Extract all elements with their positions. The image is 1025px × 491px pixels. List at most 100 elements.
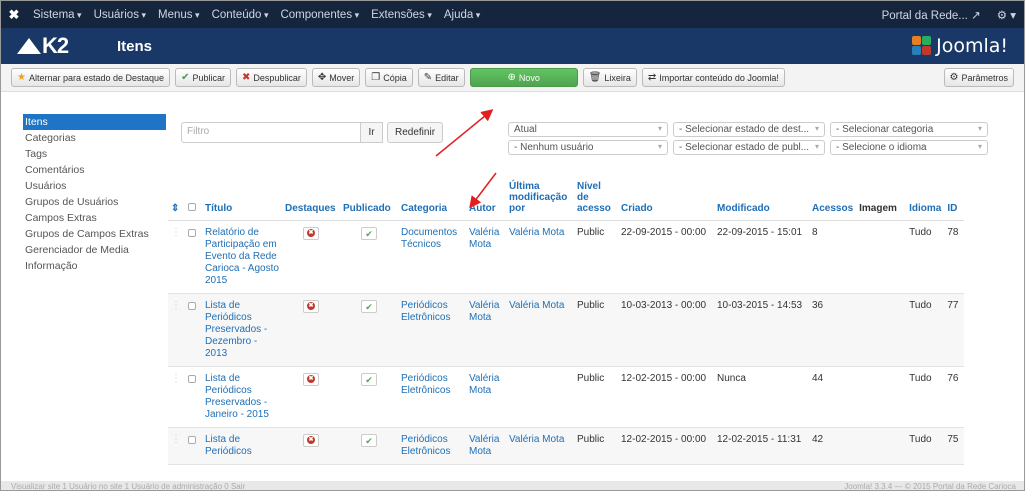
published-toggle[interactable]: ✔ xyxy=(340,220,398,294)
drag-handle-icon[interactable]: ⋮ xyxy=(168,220,185,294)
page-title: Itens xyxy=(117,37,153,55)
featured-toggle[interactable]: ✖ xyxy=(282,220,340,294)
row-checkbox[interactable] xyxy=(185,293,202,367)
filter-bar: Filtro Ir Redefinir xyxy=(181,122,444,143)
language-select[interactable]: - Selecione o idioma xyxy=(830,140,988,155)
sidebar-item-usuarios[interactable]: Usuários xyxy=(23,178,166,194)
menu-extensoes[interactable]: Extensões xyxy=(365,9,438,21)
sidebar-item-comentarios[interactable]: Comentários xyxy=(23,162,166,178)
edit-icon: ✎ xyxy=(423,72,433,83)
user-select[interactable]: - Nenhum usuário xyxy=(508,140,668,155)
not-featured-icon: ✖ xyxy=(303,434,319,447)
site-link[interactable]: Portal da Rede... ↗ xyxy=(874,8,989,22)
published-toggle[interactable]: ✔ xyxy=(340,366,398,428)
published-toggle[interactable]: ✔ xyxy=(340,293,398,367)
featured-toggle[interactable]: ✖ xyxy=(282,293,340,367)
row-checkbox[interactable] xyxy=(185,366,202,428)
item-author-link[interactable]: Valéria Mota xyxy=(466,427,506,465)
published-toggle[interactable]: ✔ xyxy=(340,427,398,465)
trash-button[interactable]: 🗑 Lixeira xyxy=(582,68,637,87)
import-button[interactable]: ⇄ Importar conteúdo do Joomla! xyxy=(641,68,785,87)
column-access[interactable]: Nível de acesso xyxy=(574,179,618,221)
sidebar-item-grupos-campos-extras[interactable]: Grupos de Campos Extras xyxy=(23,226,166,242)
menu-menus[interactable]: Menus xyxy=(152,9,206,21)
sort-icon[interactable]: ⇕ xyxy=(168,179,185,221)
item-author-link[interactable]: Valéria Mota xyxy=(466,220,506,294)
filter-reset-button[interactable]: Redefinir xyxy=(387,122,444,143)
filter-input[interactable]: Filtro xyxy=(181,122,361,143)
star-icon: ★ xyxy=(17,72,26,83)
move-button[interactable]: ✥ Mover xyxy=(311,68,361,87)
not-featured-icon: ✖ xyxy=(303,227,319,240)
column-modified[interactable]: Modificado xyxy=(714,179,809,221)
column-author[interactable]: Autor xyxy=(466,179,506,221)
new-button[interactable]: ⊕ Novo xyxy=(469,68,578,87)
item-category-link[interactable]: Periódicos Eletrônicos xyxy=(398,427,466,465)
item-author-link[interactable]: Valéria Mota xyxy=(466,293,506,367)
sidebar-item-campos-extras[interactable]: Campos Extras xyxy=(23,210,166,226)
item-category-link[interactable]: Documentos Técnicos xyxy=(398,220,466,294)
column-published[interactable]: Publicado xyxy=(340,179,398,221)
sidebar-item-gerenciador-media[interactable]: Gerenciador de Media xyxy=(23,242,166,258)
drag-handle-icon[interactable]: ⋮ xyxy=(168,366,185,428)
column-created[interactable]: Criado xyxy=(618,179,714,221)
publish-state-select[interactable]: - Selecionar estado de publ... xyxy=(673,140,825,155)
row-checkbox[interactable] xyxy=(185,427,202,465)
item-category-link[interactable]: Periódicos Eletrônicos xyxy=(398,293,466,367)
sidebar-item-informacao[interactable]: Informação xyxy=(23,258,166,274)
column-modified-by[interactable]: Última modificação por xyxy=(506,179,574,221)
menu-sistema[interactable]: Sistema xyxy=(27,9,88,21)
column-title[interactable]: Título xyxy=(202,179,282,221)
item-language: Tudo xyxy=(906,366,945,428)
category-select[interactable]: - Selecionar categoria xyxy=(830,122,988,137)
gear-icon[interactable]: ⚙ ▾ xyxy=(989,8,1024,22)
featured-toggle[interactable]: ✖ xyxy=(282,366,340,428)
joomla-logo: Joomla! xyxy=(912,35,1008,57)
column-category[interactable]: Categoria xyxy=(398,179,466,221)
menu-conteudo[interactable]: Conteúdo xyxy=(206,9,275,21)
item-id: 75 xyxy=(944,427,965,465)
sidebar-item-grupos-usuarios[interactable]: Grupos de Usuários xyxy=(23,194,166,210)
menu-usuarios[interactable]: Usuários xyxy=(88,9,152,21)
item-title-link[interactable]: Relatório de Participação em Evento da R… xyxy=(202,220,282,294)
item-title-link[interactable]: Lista de Periódicos Preservados - Janeir… xyxy=(202,366,282,428)
publish-label: Publicar xyxy=(192,72,225,83)
featured-toggle[interactable]: ✖ xyxy=(282,427,340,465)
trash-label: Lixeira xyxy=(604,72,631,83)
column-featured[interactable]: Destaques xyxy=(282,179,340,221)
joomla-menu-icon[interactable]: ✖ xyxy=(1,7,27,23)
item-author-link[interactable]: Valéria Mota xyxy=(466,366,506,428)
unpublish-button[interactable]: ✖ Despublicar xyxy=(235,68,307,87)
parameters-label: Parâmetros xyxy=(961,72,1008,83)
item-modified-by-link[interactable]: Valéria Mota xyxy=(506,293,574,367)
item-id: 78 xyxy=(944,220,965,294)
featured-toggle-button[interactable]: ★ Alternar para estado de Destaque xyxy=(11,68,171,87)
copy-button[interactable]: ❐ Cópia xyxy=(365,68,413,87)
row-checkbox[interactable] xyxy=(185,220,202,294)
drag-handle-icon[interactable]: ⋮ xyxy=(168,293,185,367)
publish-button[interactable]: ✔ Publicar xyxy=(175,68,231,87)
drag-handle-icon[interactable]: ⋮ xyxy=(168,427,185,465)
filter-go-button[interactable]: Ir xyxy=(361,122,383,143)
item-category-link[interactable]: Periódicos Eletrônicos xyxy=(398,366,466,428)
sidebar-item-tags[interactable]: Tags xyxy=(23,146,166,162)
parameters-button[interactable]: ⚙ Parâmetros xyxy=(943,68,1014,87)
column-language[interactable]: Idioma xyxy=(906,179,945,221)
menu-ajuda[interactable]: Ajuda xyxy=(438,9,486,21)
sidebar-item-itens[interactable]: Itens xyxy=(23,114,166,130)
column-hits[interactable]: Acessos xyxy=(809,179,857,221)
select-all-checkbox[interactable] xyxy=(185,179,202,221)
item-language: Tudo xyxy=(906,220,945,294)
item-modified-by-link[interactable] xyxy=(506,366,574,428)
item-title-link[interactable]: Lista de Periódicos xyxy=(202,427,282,465)
state-select[interactable]: Atual xyxy=(508,122,668,137)
edit-label: Editar xyxy=(435,72,459,83)
item-modified-by-link[interactable]: Valéria Mota xyxy=(506,220,574,294)
edit-button[interactable]: ✎ Editar xyxy=(417,68,465,87)
sidebar-item-categorias[interactable]: Categorias xyxy=(23,130,166,146)
item-title-link[interactable]: Lista de Periódicos Preservados - Dezemb… xyxy=(202,293,282,367)
column-id[interactable]: ID xyxy=(944,179,965,221)
menu-componentes[interactable]: Componentes xyxy=(274,9,365,21)
featured-state-select[interactable]: - Selecionar estado de dest... xyxy=(673,122,825,137)
item-modified-by-link[interactable]: Valéria Mota xyxy=(506,427,574,465)
